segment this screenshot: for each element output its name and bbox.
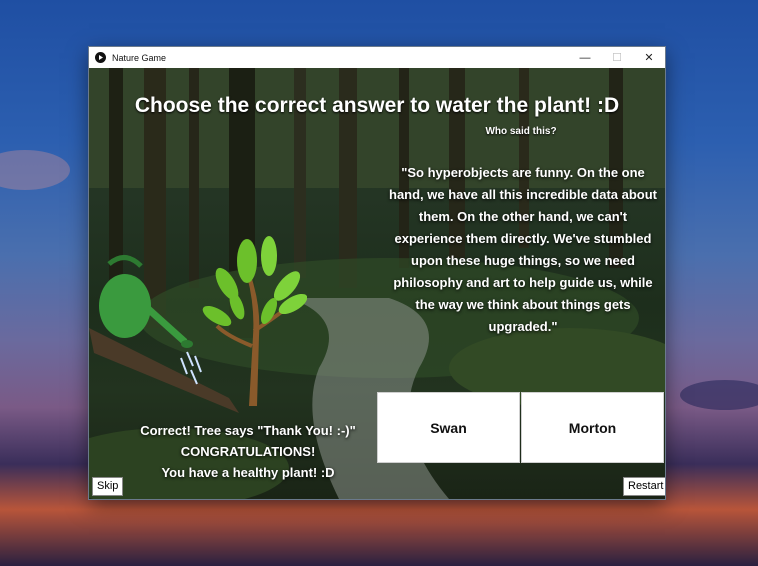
answer-morton-button[interactable]: Morton bbox=[521, 392, 664, 463]
question-prompt: Who said this? bbox=[485, 126, 557, 137]
minimize-button[interactable]: — bbox=[569, 47, 601, 68]
tree-icon bbox=[202, 236, 307, 406]
app-icon bbox=[95, 52, 106, 63]
watering-can-icon bbox=[99, 255, 202, 385]
maximize-button[interactable]: ☐ bbox=[601, 47, 633, 68]
cloud bbox=[0, 150, 70, 190]
title-bar: Nature Game — ☐ ✕ bbox=[89, 47, 665, 68]
feedback-line-1: Correct! Tree says "Thank You! :-)" bbox=[140, 423, 356, 438]
answer-swan-button[interactable]: Swan bbox=[377, 392, 520, 463]
restart-button[interactable]: Restart bbox=[623, 477, 665, 496]
page-heading: Choose the correct answer to water the p… bbox=[134, 94, 620, 117]
feedback-line-2: CONGRATULATIONS! bbox=[180, 444, 316, 459]
window-title: Nature Game bbox=[112, 52, 167, 63]
cloud bbox=[680, 380, 758, 410]
close-button[interactable]: ✕ bbox=[633, 47, 665, 68]
feedback-line-3: You have a healthy plant! :D bbox=[161, 465, 335, 480]
feedback-message: Correct! Tree says "Thank You! :-)" CONG… bbox=[123, 420, 373, 483]
game-window: Nature Game — ☐ ✕ Choose the correct ans… bbox=[89, 47, 665, 499]
skip-button[interactable]: Skip bbox=[92, 477, 124, 496]
quote-text: "So hyperobjects are funny. On the one h… bbox=[389, 165, 658, 334]
forest-background: Choose the correct answer to water the p… bbox=[89, 68, 665, 499]
